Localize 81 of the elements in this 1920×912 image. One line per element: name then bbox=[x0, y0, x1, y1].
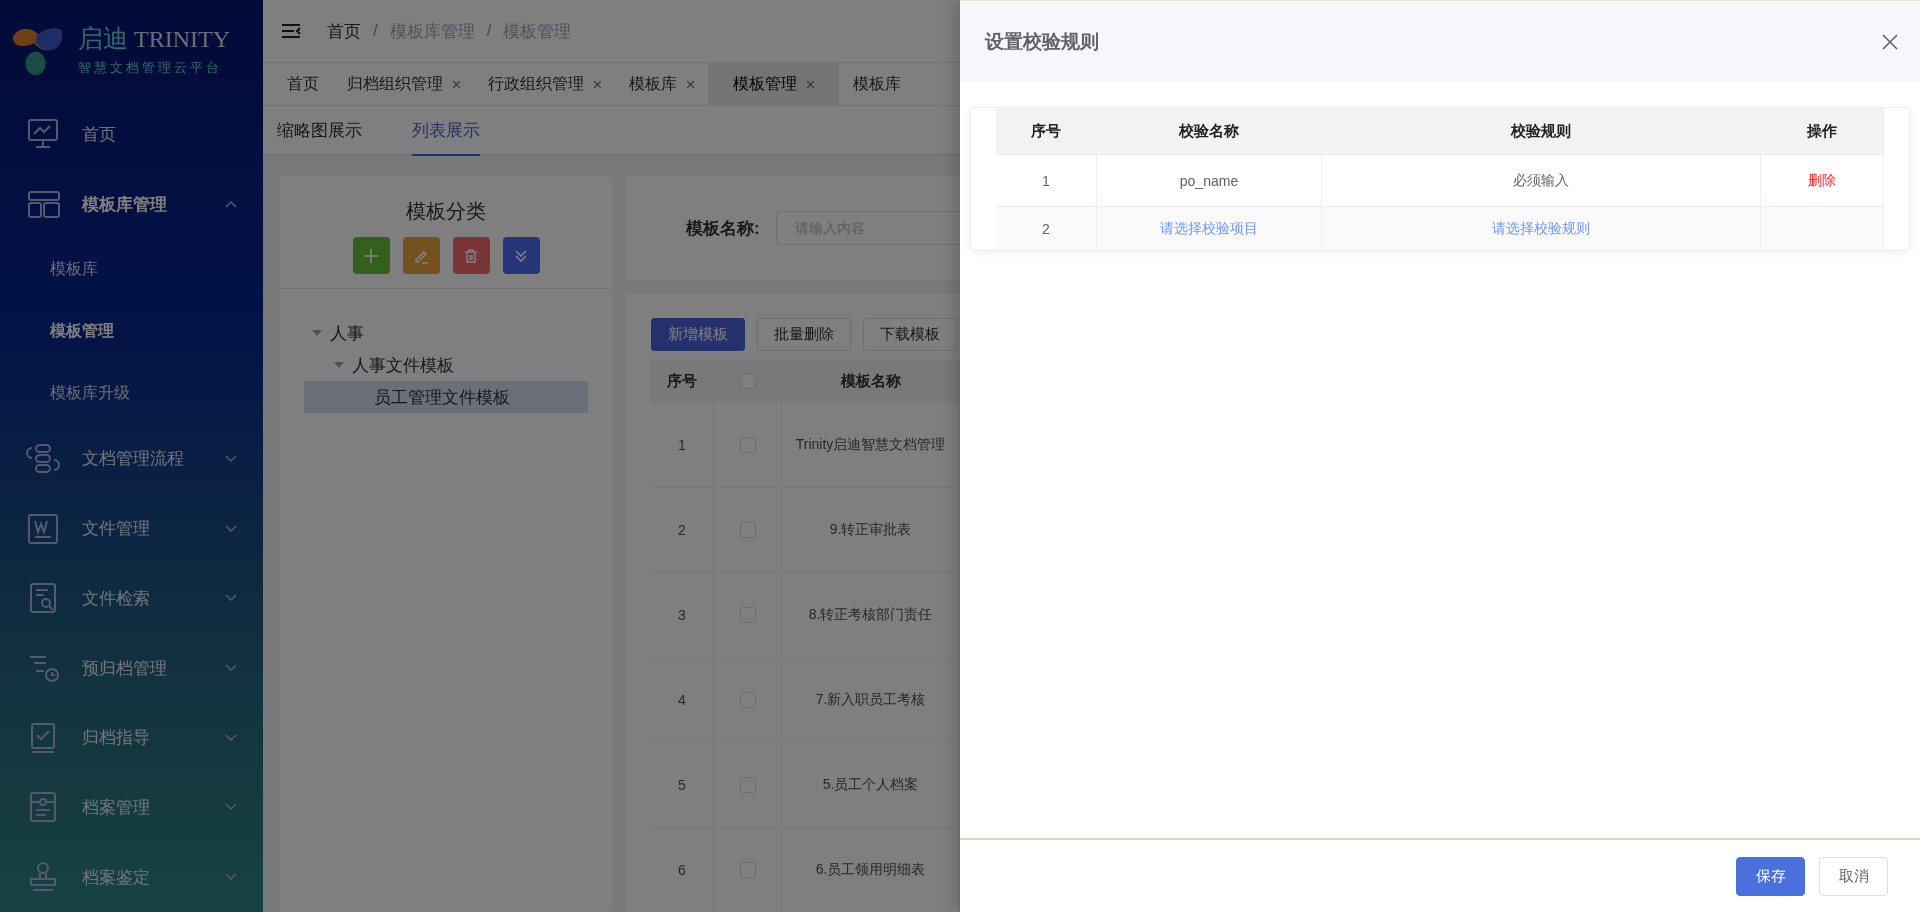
document-w-icon bbox=[26, 511, 60, 546]
toolbar-button[interactable]: 批量删除 bbox=[757, 318, 851, 351]
menu-item[interactable]: 归档指导 bbox=[0, 702, 263, 773]
table-cell: 4 bbox=[651, 658, 714, 743]
submenu-item[interactable]: 模板管理 bbox=[0, 300, 263, 363]
brand-tagline: 智慧文档管理云平台 bbox=[78, 59, 223, 78]
close-icon[interactable] bbox=[687, 80, 694, 88]
view-tab[interactable]: 缩略图展示 bbox=[277, 106, 362, 156]
flow-icon bbox=[26, 442, 60, 476]
select-link[interactable]: 请选择校验规则 bbox=[1492, 219, 1590, 238]
toolbar-button[interactable]: 新增模板 bbox=[651, 318, 745, 351]
table-cell: 1 bbox=[996, 154, 1097, 206]
double-chevron-down-icon bbox=[513, 247, 529, 264]
chevron-down-icon[interactable] bbox=[225, 803, 237, 812]
chevron-down-icon[interactable] bbox=[225, 873, 237, 882]
save-button[interactable]: 保存 bbox=[1736, 856, 1805, 896]
menu-item[interactable]: 预归档管理 bbox=[0, 633, 263, 703]
column-header: 操作 bbox=[1761, 108, 1884, 154]
tree-node[interactable]: 员工管理文件模板 bbox=[304, 381, 588, 413]
table-cell: 1 bbox=[651, 403, 714, 488]
chevron-up-icon[interactable] bbox=[225, 200, 237, 209]
page-tab[interactable]: 模板管理 bbox=[708, 63, 839, 105]
close-button[interactable] bbox=[1882, 33, 1898, 50]
menu-item[interactable]: 首页 bbox=[0, 99, 263, 170]
close-icon[interactable] bbox=[453, 80, 460, 88]
breadcrumb-item[interactable]: 首页 bbox=[327, 19, 361, 43]
page-tab[interactable]: 模板库 bbox=[839, 63, 915, 105]
menu-icon[interactable] bbox=[281, 23, 301, 39]
view-tab[interactable]: 列表展示 bbox=[412, 106, 480, 156]
table-cell: 2 bbox=[651, 488, 714, 573]
collapse-button[interactable] bbox=[502, 237, 540, 274]
chevron-down-icon[interactable] bbox=[225, 455, 237, 463]
column-header: 校验名称 bbox=[1097, 108, 1322, 154]
page-tab[interactable]: 行政组织管理 bbox=[474, 63, 615, 105]
column-header: 模板名称 bbox=[782, 359, 960, 403]
page-tab[interactable]: 归档组织管理 bbox=[333, 63, 474, 105]
add-button[interactable] bbox=[352, 237, 390, 274]
breadcrumb-separator: / bbox=[486, 21, 492, 41]
column-header: 序号 bbox=[651, 359, 714, 403]
drawer-title: 设置校验规则 bbox=[985, 29, 1099, 54]
menu-item[interactable]: 文件管理 bbox=[0, 493, 263, 564]
toolbar-button[interactable]: 下载模板 bbox=[863, 318, 957, 351]
delete-button[interactable] bbox=[452, 237, 490, 274]
page-tab[interactable]: 首页 bbox=[273, 63, 333, 105]
caret-down-icon[interactable] bbox=[334, 360, 344, 370]
close-icon[interactable] bbox=[807, 80, 814, 88]
table-cell: 3 bbox=[651, 573, 714, 658]
tree-node[interactable]: 人事 bbox=[304, 317, 588, 349]
breadcrumb-separator: / bbox=[373, 21, 378, 41]
delete-link[interactable]: 删除 bbox=[1808, 171, 1836, 190]
page-tab[interactable]: 模板库 bbox=[615, 63, 708, 105]
submenu-item[interactable]: 模板库 bbox=[0, 238, 263, 301]
brand-name: TRINITY bbox=[134, 26, 230, 54]
menu-item[interactable]: 文档管理流程 bbox=[0, 424, 263, 494]
column-header: 校验规则 bbox=[1322, 108, 1761, 154]
chevron-down-icon[interactable] bbox=[225, 524, 237, 533]
select-link[interactable]: 请选择校验项目 bbox=[1160, 219, 1258, 238]
chevron-down-icon[interactable] bbox=[225, 733, 237, 742]
caret-down-icon[interactable] bbox=[312, 328, 322, 338]
menu-item[interactable]: 文件检索 bbox=[0, 563, 263, 634]
column-header: 序号 bbox=[996, 108, 1097, 154]
plus-icon bbox=[363, 247, 379, 264]
edit-button[interactable] bbox=[402, 237, 440, 274]
panel-title: 模板分类 bbox=[406, 199, 486, 224]
table-cell: 必须输入 bbox=[1322, 154, 1761, 206]
submenu-item[interactable]: 模板库升级 bbox=[0, 362, 263, 425]
menu-item[interactable]: 档案管理 bbox=[0, 772, 263, 843]
table-cell: 2 bbox=[996, 206, 1097, 250]
trash-icon bbox=[463, 247, 479, 264]
menu-item[interactable]: 模板库管理 bbox=[0, 169, 263, 239]
menu-item[interactable]: 档案鉴定 bbox=[0, 842, 263, 912]
chevron-down-icon[interactable] bbox=[225, 594, 237, 603]
table-cell: po_name bbox=[1097, 154, 1322, 206]
cancel-button[interactable]: 取消 bbox=[1819, 856, 1888, 896]
close-icon[interactable] bbox=[594, 80, 601, 88]
field-label: 模板名称: bbox=[686, 217, 760, 240]
table-cell: 5 bbox=[651, 743, 714, 828]
tree-node[interactable]: 人事文件模板 bbox=[304, 349, 588, 381]
brand-name: 启迪 bbox=[78, 23, 128, 56]
chevron-down-icon[interactable] bbox=[225, 664, 237, 673]
table-cell: 6 bbox=[651, 828, 714, 912]
